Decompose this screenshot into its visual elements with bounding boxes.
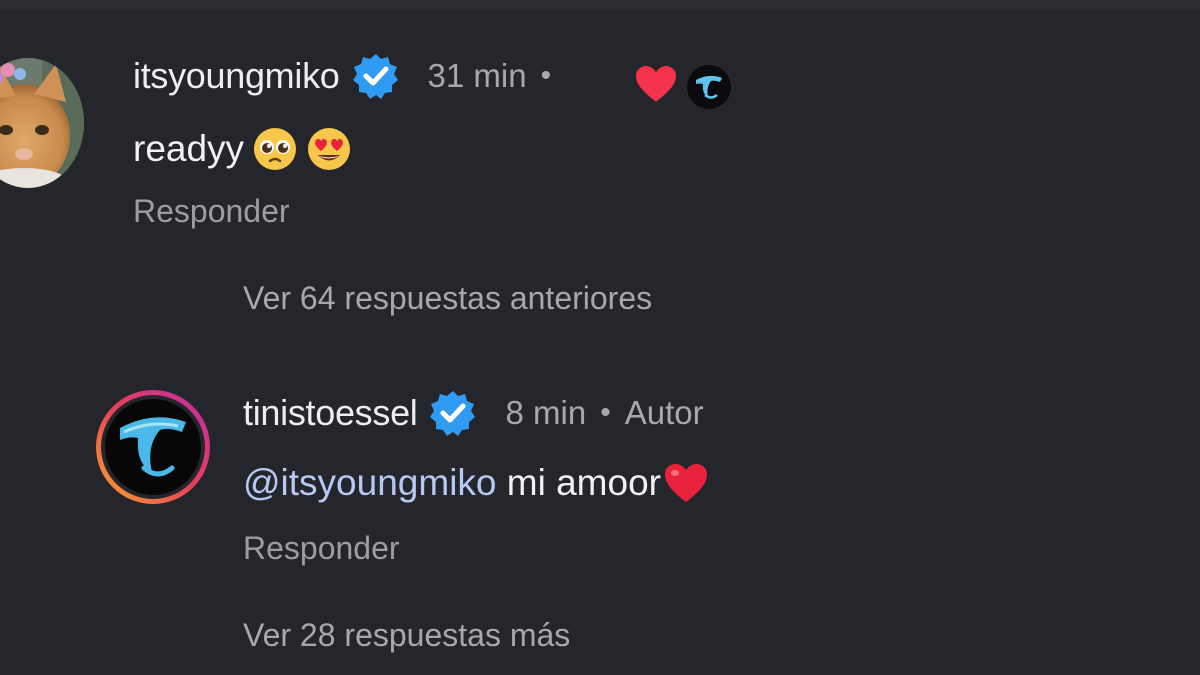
heart-icon[interactable]: [634, 64, 678, 104]
heart-eyes-face-emoji-icon: [306, 126, 352, 172]
mention-link[interactable]: @itsyoungmiko: [243, 462, 497, 504]
comment-time: 31 min: [427, 57, 527, 94]
separator-dot: •: [540, 59, 552, 92]
verified-badge-icon: [429, 389, 477, 437]
view-previous-replies-link[interactable]: Ver 64 respuestas anteriores: [243, 280, 652, 317]
top-divider: [0, 0, 1200, 10]
red-heart-emoji-icon: [663, 462, 709, 504]
verified-badge-icon: [352, 52, 400, 100]
reply-button[interactable]: Responder: [133, 193, 290, 230]
comment-header: itsyoungmiko 31 min •: [133, 52, 551, 100]
username[interactable]: itsyoungmiko: [133, 55, 340, 97]
comment-body: @itsyoungmiko mi amoor: [243, 462, 709, 504]
separator-dot: •: [600, 396, 611, 429]
pleading-face-emoji-icon: [252, 126, 298, 172]
reply-button[interactable]: Responder: [243, 530, 400, 567]
avatar-itsyoungmiko[interactable]: [0, 58, 84, 188]
comment-body: readyy: [133, 126, 352, 172]
username[interactable]: tinistoessel: [243, 392, 418, 434]
comment-header: tinistoessel 8 min • Autor: [243, 389, 704, 437]
avatar-tinistoessel[interactable]: [94, 388, 212, 506]
comment-time: 8 min: [505, 394, 587, 431]
author-label: Autor: [624, 394, 704, 431]
comments-screen: itsyoungmiko 31 min • readyy Responder V…: [0, 0, 1200, 675]
tini-logo-icon: [686, 64, 732, 110]
view-more-replies-link[interactable]: Ver 28 respuestas más: [243, 617, 570, 654]
comment-text: mi amoor: [496, 462, 661, 503]
comment-text: readyy: [133, 128, 245, 169]
